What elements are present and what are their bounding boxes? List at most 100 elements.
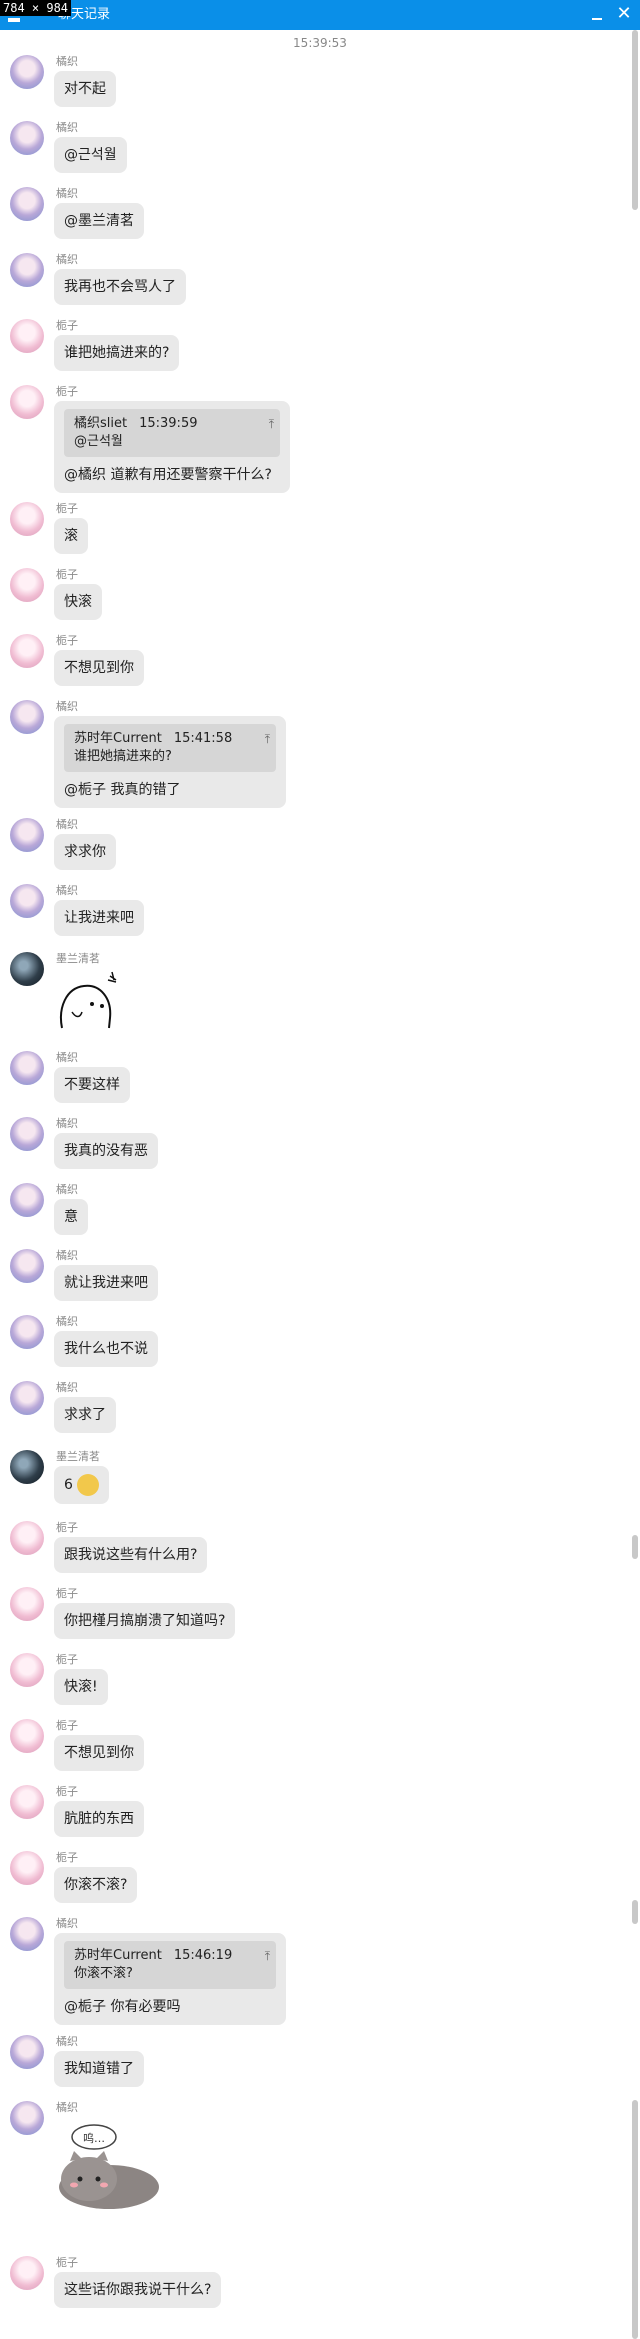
sender-name: 栀子 (56, 1587, 78, 1600)
avatar[interactable] (10, 1653, 44, 1687)
message-bubble[interactable]: 我什么也不说 (54, 1331, 158, 1367)
minimize-button[interactable] (588, 6, 606, 24)
menu-icon[interactable] (8, 18, 20, 22)
avatar[interactable] (10, 1315, 44, 1349)
jump-to-original-icon[interactable]: ⤒ (265, 730, 270, 748)
avatar[interactable] (10, 1785, 44, 1819)
avatar[interactable] (10, 2101, 44, 2135)
avatar[interactable] (10, 700, 44, 734)
avatar[interactable] (10, 634, 44, 668)
message-bubble[interactable]: 我知道错了 (54, 2051, 144, 2087)
cat-sticker[interactable]: 呜… (54, 2117, 164, 2219)
avatar[interactable] (10, 1719, 44, 1753)
message-bubble[interactable]: 橘织sliet 15:39:59 @근석월 ⤒ @橘织 道歉有用还要警察干什么? (54, 401, 290, 493)
quoted-message[interactable]: 橘织sliet 15:39:59 @근석월 ⤒ (64, 409, 280, 457)
scrollbar-thumb[interactable] (632, 30, 638, 210)
quoted-message[interactable]: 苏时年Current 15:46:19 你滚不滚? ⤒ (64, 1941, 276, 1989)
message-bubble[interactable]: 滚 (54, 518, 88, 554)
message-bubble[interactable]: 不想见到你 (54, 650, 144, 686)
message-bubble[interactable]: 让我进来吧 (54, 900, 144, 936)
avatar[interactable] (10, 121, 44, 155)
sender-name: 栀子 (56, 634, 78, 647)
avatar[interactable] (10, 502, 44, 536)
avatar[interactable] (10, 1917, 44, 1951)
quote-sender: 苏时年Current (74, 731, 162, 746)
message-bubble[interactable]: 肮脏的东西 (54, 1801, 144, 1837)
chat-timestamp: 15:39:53 (293, 36, 347, 50)
sender-name: 栀子 (56, 385, 78, 398)
message-bubble[interactable]: 快滚 (54, 584, 102, 620)
avatar[interactable] (10, 1851, 44, 1885)
avatar[interactable] (10, 1450, 44, 1484)
message-text: @栀子 你有必要吗 (64, 1999, 181, 2015)
avatar[interactable] (10, 55, 44, 89)
message-bubble[interactable]: 对不起 (54, 71, 116, 107)
avatar[interactable] (10, 2256, 44, 2290)
sender-name: 栀子 (56, 502, 78, 515)
scrollbar-thumb[interactable] (632, 1535, 638, 1559)
message-bubble[interactable]: 就让我进来吧 (54, 1265, 158, 1301)
sender-name: 橘织 (56, 121, 78, 134)
avatar[interactable] (10, 1183, 44, 1217)
avatar[interactable] (10, 1587, 44, 1621)
avatar[interactable] (10, 1521, 44, 1555)
quote-text: @근석월 (74, 434, 123, 449)
avatar[interactable] (10, 2035, 44, 2069)
message-bubble[interactable]: 苏时年Current 15:41:58 谁把她搞进来的? ⤒ @栀子 我真的错了 (54, 716, 286, 808)
cartoon-sticker[interactable] (54, 968, 124, 1038)
message-bubble[interactable]: 你把槿月搞崩溃了知道吗? (54, 1603, 236, 1639)
avatar[interactable] (10, 818, 44, 852)
avatar[interactable] (10, 319, 44, 353)
sender-name: 栀子 (56, 1521, 78, 1534)
jump-to-original-icon[interactable]: ⤒ (269, 415, 274, 433)
message-bubble[interactable]: 求求了 (54, 1397, 116, 1433)
message-bubble[interactable]: 意 (54, 1199, 88, 1235)
jump-to-original-icon[interactable]: ⤒ (265, 1947, 270, 1965)
avatar[interactable] (10, 187, 44, 221)
avatar[interactable] (10, 1381, 44, 1415)
scrollbar-thumb[interactable] (632, 2100, 638, 2339)
quote-text: 你滚不滚? (74, 1966, 133, 1981)
avatar[interactable] (10, 253, 44, 287)
sender-name: 橘织 (56, 700, 78, 713)
message-bubble[interactable]: 谁把她搞进来的? (54, 335, 180, 371)
dimensions-label: 784 × 984 (0, 0, 72, 16)
message-text: 6 (64, 1477, 73, 1493)
message-bubble[interactable]: 我再也不会骂人了 (54, 269, 186, 305)
message-bubble[interactable]: 6 (54, 1466, 109, 1504)
quote-sender: 苏时年Current (74, 1948, 162, 1963)
sender-name: 栀子 (56, 1719, 78, 1732)
message-bubble[interactable]: 我真的没有恶 (54, 1133, 158, 1169)
message-bubble[interactable]: 不想见到你 (54, 1735, 144, 1771)
message-bubble[interactable]: 这些话你跟我说干什么? (54, 2272, 222, 2308)
avatar[interactable] (10, 568, 44, 602)
avatar[interactable] (10, 1051, 44, 1085)
emoji-icon (76, 1474, 99, 1496)
message-bubble[interactable]: 不要这样 (54, 1067, 130, 1103)
quoted-message[interactable]: 苏时年Current 15:41:58 谁把她搞进来的? ⤒ (64, 724, 276, 772)
message-bubble[interactable]: @근석월 (54, 137, 127, 173)
avatar[interactable] (10, 385, 44, 419)
close-button[interactable]: ✕ (614, 4, 634, 24)
sender-name: 橘织 (56, 1249, 78, 1262)
scrollbar[interactable] (632, 30, 638, 2339)
sender-name: 橘织 (56, 1917, 78, 1930)
sender-name: 橘织 (56, 253, 78, 266)
avatar[interactable] (10, 1249, 44, 1283)
message-bubble[interactable]: 求求你 (54, 834, 116, 870)
message-bubble[interactable]: 苏时年Current 15:46:19 你滚不滚? ⤒ @栀子 你有必要吗 (54, 1933, 286, 2025)
avatar[interactable] (10, 884, 44, 918)
sender-name: 橘织 (56, 1117, 78, 1130)
message-bubble[interactable]: @墨兰清茗 (54, 203, 144, 239)
avatar[interactable] (10, 952, 44, 986)
sender-name: 橘织 (56, 884, 78, 897)
message-bubble[interactable]: 快滚! (54, 1669, 108, 1705)
sender-name: 栀子 (56, 1653, 78, 1666)
avatar[interactable] (10, 1117, 44, 1151)
message-bubble[interactable]: 跟我说这些有什么用? (54, 1537, 208, 1573)
message-text: @栀子 我真的错了 (64, 782, 181, 798)
quote-time: 15:39:59 (139, 416, 198, 431)
message-bubble[interactable]: 你滚不滚? (54, 1867, 138, 1903)
quote-time: 15:46:19 (173, 1948, 233, 1963)
scrollbar-thumb[interactable] (632, 1900, 638, 1924)
